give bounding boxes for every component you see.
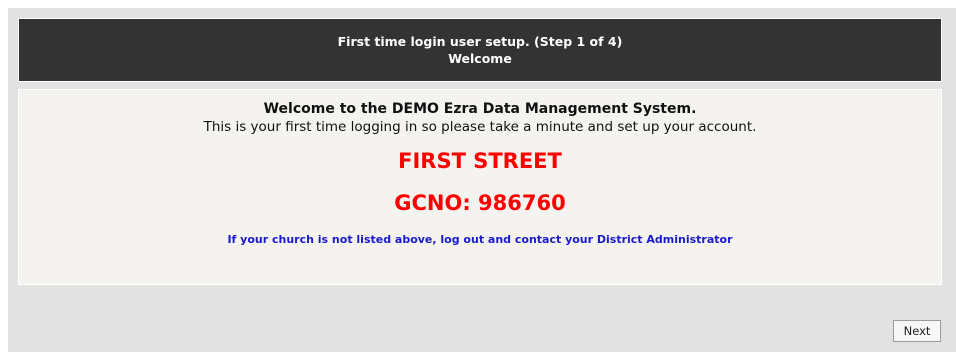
step-subtitle: Welcome [448, 51, 512, 66]
setup-header-bar: First time login user setup. (Step 1 of … [19, 19, 941, 81]
setup-page: First time login user setup. (Step 1 of … [8, 8, 956, 352]
welcome-panel: Welcome to the DEMO Ezra Data Management… [18, 89, 942, 285]
church-notice: If your church is not listed above, log … [227, 233, 733, 246]
welcome-title: Welcome to the DEMO Ezra Data Management… [263, 101, 697, 117]
next-button[interactable]: Next [893, 320, 941, 342]
church-name: FIRST STREET [398, 149, 562, 173]
gcno-number: GCNO: 986760 [394, 191, 566, 215]
setup-header: First time login user setup. (Step 1 of … [18, 18, 942, 82]
step-title: First time login user setup. (Step 1 of … [337, 34, 623, 49]
welcome-message: This is your first time logging in so pl… [203, 119, 757, 135]
